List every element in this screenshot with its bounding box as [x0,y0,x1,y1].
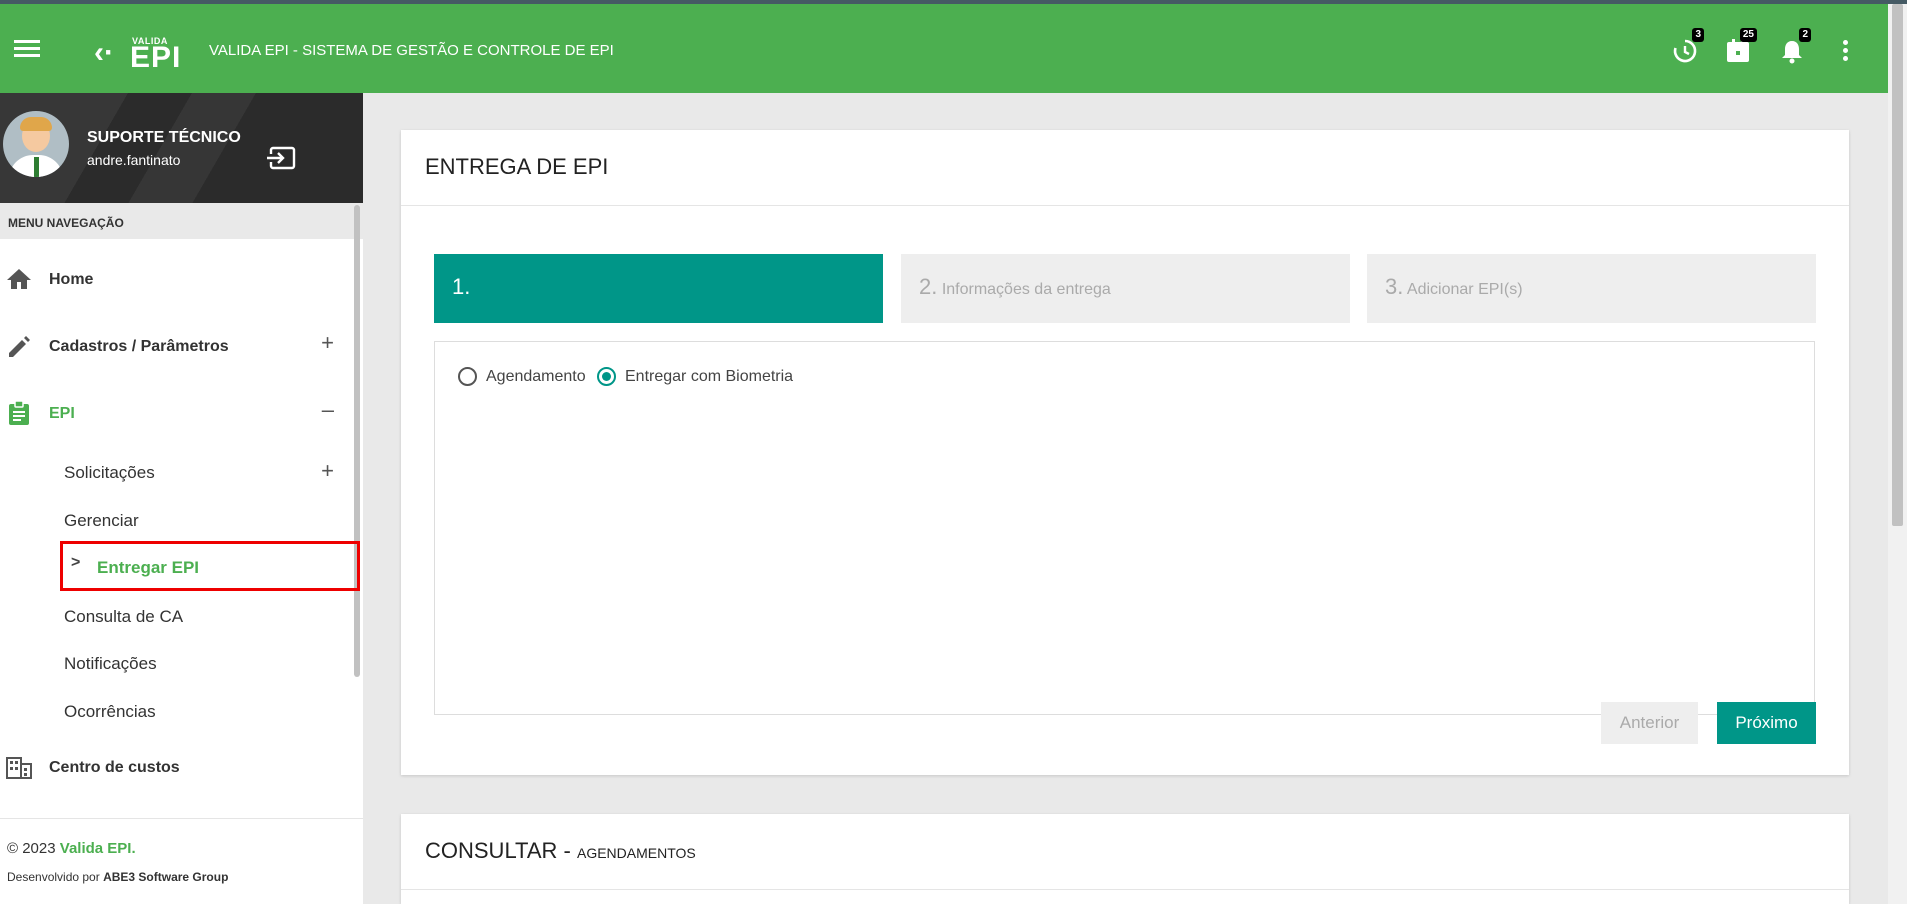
logo-mark-icon: ‹· [94,36,114,69]
collapse-icon[interactable]: – [322,399,334,421]
menu-icon[interactable] [14,40,40,58]
sidebar-subitem-label: Solicitações [64,463,155,482]
brand-link[interactable]: Valida EPI [60,840,132,857]
sidebar-item-label: Cadastros / Parâmetros [49,338,229,355]
radio-agendamento[interactable]: Agendamento [458,366,593,386]
sidebar-subitem-ocorrencias[interactable]: Ocorrências [0,693,352,729]
card-divider [401,205,1849,206]
radio-checked-icon[interactable] [597,367,616,386]
step-2[interactable]: 2. Informações da entrega [901,254,1350,323]
user-name: SUPORTE TÉCNICO [87,129,241,146]
sidebar-subitem-solicitacoes[interactable]: Solicitações + [0,454,352,490]
step-label: Informações da entrega [941,281,1111,298]
page-scrollbar[interactable] [1888,4,1907,904]
sidebar-subitem-label: Entregar EPI [97,558,200,577]
history-badge: 3 [1692,28,1704,42]
building-icon [6,757,32,779]
notifications-button[interactable]: 2 [1779,28,1811,64]
sidebar-subitem-notificacoes[interactable]: Notificações [0,645,352,681]
radio-entregar-biometria[interactable]: Entregar com Biometria [597,366,817,386]
next-button[interactable]: Próximo [1717,702,1816,744]
entrega-card: ENTREGA DE EPI 1. 2. Informações da entr… [401,130,1849,775]
chevron-right-icon: > [71,554,81,571]
sidebar-item-home[interactable]: Home [0,259,352,299]
app-logo[interactable]: ‹· VALIDA EPI [94,34,184,74]
step-number: 1. [452,274,471,299]
sidebar-subitem-consulta-ca[interactable]: Consulta de CA [0,598,352,634]
sidebar-scrollbar[interactable] [354,205,360,677]
avatar [3,111,69,177]
app-title: VALIDA EPI - SISTEMA DE GESTÃO E CONTROL… [209,42,614,59]
copyright: © 2023 Valida EPI. [7,840,136,857]
expand-icon[interactable]: + [321,332,334,354]
sidebar-item-cadastros[interactable]: Cadastros / Parâmetros + [0,326,352,366]
history-button[interactable]: 3 [1672,28,1704,64]
page-scrollbar-thumb[interactable] [1892,4,1903,526]
step-1[interactable]: 1. [434,254,883,323]
sidebar-footer-divider [0,818,363,819]
sidebar-item-label: Home [49,271,94,288]
card-divider [401,889,1849,890]
step-number: 3. [1385,274,1404,299]
logo-big-text: EPI [130,41,182,74]
sidebar-subitem-gerenciar[interactable]: Gerenciar [0,502,352,538]
developer-credit: Desenvolvido por ABE3 Software Group [7,870,229,884]
top-app-bar: ‹· VALIDA EPI VALIDA EPI - SISTEMA DE GE… [0,4,1888,93]
previous-button[interactable]: Anterior [1601,702,1698,744]
notifications-badge: 2 [1799,28,1811,42]
calendar-button[interactable]: 25 [1725,28,1757,64]
step-3[interactable]: 3. Adicionar EPI(s) [1367,254,1816,323]
sidebar-subitem-label: Notificações [64,654,157,673]
calendar-badge: 25 [1739,28,1757,42]
expand-icon[interactable]: + [321,458,334,484]
section-subtitle: AGENDAMENTOS [576,845,696,861]
step-content: Agendamento Entregar com Biometria [434,341,1815,715]
sidebar-item-epi[interactable]: EPI – [0,393,352,433]
radio-unchecked-icon[interactable] [458,367,477,386]
sidebar-subitem-entregar-epi[interactable]: > Entregar EPI [60,541,360,591]
sidebar-item-label: EPI [49,405,75,422]
radio-label: Agendamento [486,368,586,385]
logout-icon[interactable] [266,146,296,170]
clipboard-icon [9,401,29,425]
user-login: andre.fantinato [87,152,181,168]
page-title: ENTREGA DE EPI [425,154,609,179]
sidebar-subitem-label: Ocorrências [64,702,156,721]
sidebar: SUPORTE TÉCNICO andre.fantinato MENU NAV… [0,93,363,904]
pencil-icon [9,336,30,357]
sidebar-subitem-label: Consulta de CA [64,607,184,626]
section-title: CONSULTAR - AGENDAMENTOS [425,838,696,863]
sidebar-item-label: Centro de custos [49,759,180,776]
sidebar-item-centro-custos[interactable]: Centro de custos [0,747,352,787]
user-panel: SUPORTE TÉCNICO andre.fantinato [0,93,363,203]
radio-label: Entregar com Biometria [625,368,794,385]
step-label: Adicionar EPI(s) [1406,281,1523,298]
home-icon [7,269,31,289]
consultar-card: CONSULTAR - AGENDAMENTOS [401,814,1849,904]
step-number: 2. [919,274,938,299]
menu-header: MENU NAVEGAÇÃO [0,203,363,239]
sidebar-subitem-label: Gerenciar [64,511,139,530]
more-vert-icon[interactable] [1841,40,1849,64]
